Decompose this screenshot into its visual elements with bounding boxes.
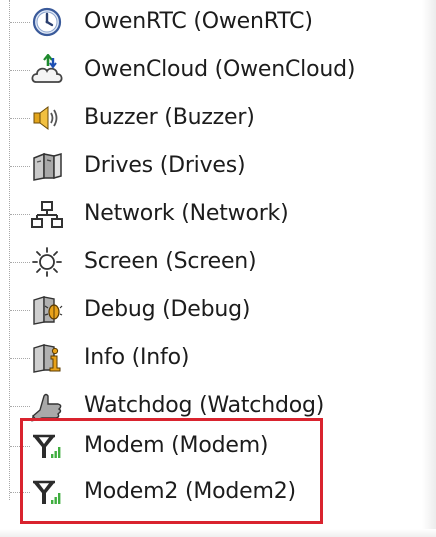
- clock-icon: [30, 6, 64, 38]
- tree-connector: [10, 22, 30, 23]
- tree-item-info[interactable]: Info (Info): [0, 338, 400, 378]
- panel-right-edge: [422, 0, 436, 537]
- modem-highlight-box: [20, 418, 323, 524]
- tree-item-label: OwenRTC (OwenRTC): [84, 9, 313, 34]
- cloud-upload-icon: [30, 54, 64, 86]
- tree-item-label: Watchdog (Watchdog): [84, 393, 325, 418]
- drives-icon: [30, 150, 64, 182]
- tree-connector: [10, 406, 30, 407]
- tree-connector: [10, 70, 30, 71]
- tree-item-label: OwenCloud (OwenCloud): [84, 57, 356, 82]
- tree-connector: [10, 214, 30, 215]
- tree-item-label: Network (Network): [84, 201, 289, 226]
- tree-item-screen[interactable]: Screen (Screen): [0, 242, 400, 282]
- tree-item-network[interactable]: Network (Network): [0, 194, 400, 234]
- tree-connector: [10, 262, 30, 263]
- tree-item-buzzer[interactable]: Buzzer (Buzzer): [0, 98, 400, 138]
- tree-item-label: Debug (Debug): [84, 297, 251, 322]
- speaker-icon: [30, 102, 64, 134]
- debug-icon: [30, 294, 64, 326]
- tree-item-owenrtc[interactable]: OwenRTC (OwenRTC): [0, 2, 400, 42]
- tree-item-owencloud[interactable]: OwenCloud (OwenCloud): [0, 50, 400, 90]
- tree-item-label: Buzzer (Buzzer): [84, 105, 255, 130]
- tree-item-debug[interactable]: Debug (Debug): [0, 290, 400, 330]
- network-icon: [30, 198, 64, 230]
- tree-item-label: Drives (Drives): [84, 153, 246, 178]
- tree-item-label: Info (Info): [84, 345, 190, 370]
- sun-icon: [30, 246, 64, 278]
- device-tree-panel: OwenRTC (OwenRTC) OwenCloud (OwenCloud): [0, 0, 436, 537]
- tree-connector: [10, 358, 30, 359]
- tree-connector: [10, 118, 30, 119]
- panel-bottom-edge: [0, 529, 436, 537]
- tree-connector: [10, 166, 30, 167]
- tree-item-drives[interactable]: Drives (Drives): [0, 146, 400, 186]
- tree-connector: [10, 310, 30, 311]
- tree-item-label: Screen (Screen): [84, 249, 257, 274]
- info-icon: [30, 342, 64, 374]
